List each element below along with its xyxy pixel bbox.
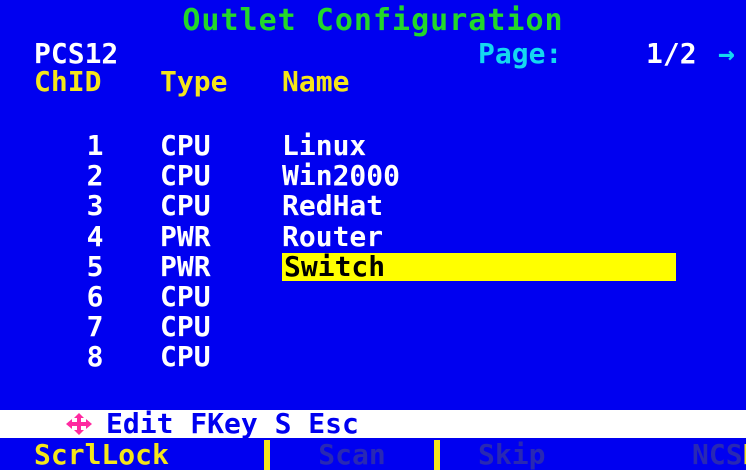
outlet-row[interactable]: 7 CPU <box>0 313 746 343</box>
outlet-row[interactable]: 2 CPU Win2000 <box>0 162 746 192</box>
scan-key[interactable]: Scan <box>270 440 434 470</box>
outlet-chid: 7 <box>86 310 104 344</box>
outlet-chid: 5 <box>86 249 104 283</box>
outlet-type: CPU <box>160 129 211 162</box>
outlet-chid: 3 <box>86 189 104 223</box>
outlet-type: CPU <box>160 280 211 313</box>
outlet-name[interactable]: Win2000 <box>282 162 400 190</box>
outlet-chid: 6 <box>86 280 104 313</box>
hint-bar: Edit FKey S Esc <box>0 410 746 438</box>
outlet-type: CPU <box>160 310 211 344</box>
column-header-name: Name <box>282 65 350 98</box>
outlet-name[interactable]: RedHat <box>282 192 383 220</box>
outlet-name[interactable]: Switch <box>282 252 676 281</box>
page-label: Page: <box>478 37 563 70</box>
next-page-arrow-icon[interactable]: → <box>718 40 735 68</box>
outlet-type: CPU <box>160 159 211 193</box>
outlet-row[interactable]: 1 CPU Linux <box>0 132 746 162</box>
outlet-row[interactable]: 4 PWR Router <box>0 219 746 253</box>
outlet-chid: 4 <box>86 219 104 253</box>
outlet-chid: 1 <box>86 129 104 162</box>
ncs-key[interactable]: NCSH <box>692 440 746 470</box>
function-key-bar: ScrlLock Scan Skip NCSH <box>0 440 746 470</box>
outlet-chid: 2 <box>86 159 104 193</box>
column-header-type: Type <box>160 65 228 98</box>
outlet-chid: 8 <box>86 340 104 374</box>
ncs-hotkey-letter: H <box>743 440 746 470</box>
ncs-key-label: NCS <box>692 440 743 470</box>
outlet-name[interactable]: Linux <box>282 132 366 160</box>
page-indicator: 1/2 <box>646 37 697 70</box>
column-header-chid: ChID <box>34 65 102 98</box>
device-name: PCS12 <box>34 37 119 70</box>
outlet-type: PWR <box>160 249 211 283</box>
outlet-type: CPU <box>160 340 211 374</box>
osd-screen: Outlet Configuration PCS12 Page: 1/2 → C… <box>0 0 746 470</box>
hint-text: Edit FKey S Esc <box>106 407 359 440</box>
outlet-type: CPU <box>160 189 211 223</box>
outlet-name[interactable]: Router <box>282 222 383 251</box>
skip-key[interactable]: Skip <box>440 440 692 470</box>
outlet-row[interactable]: 3 CPU RedHat <box>0 192 746 222</box>
outlet-type: PWR <box>160 219 211 253</box>
scroll-lock-key[interactable]: ScrlLock <box>0 440 264 470</box>
screen-title: Outlet Configuration <box>182 3 564 38</box>
outlet-row[interactable]: 5 PWR Switch <box>0 249 746 283</box>
outlet-row[interactable]: 6 CPU <box>0 283 746 313</box>
arrow-keys-icon <box>66 413 92 435</box>
outlet-row[interactable]: 8 CPU <box>0 343 746 373</box>
